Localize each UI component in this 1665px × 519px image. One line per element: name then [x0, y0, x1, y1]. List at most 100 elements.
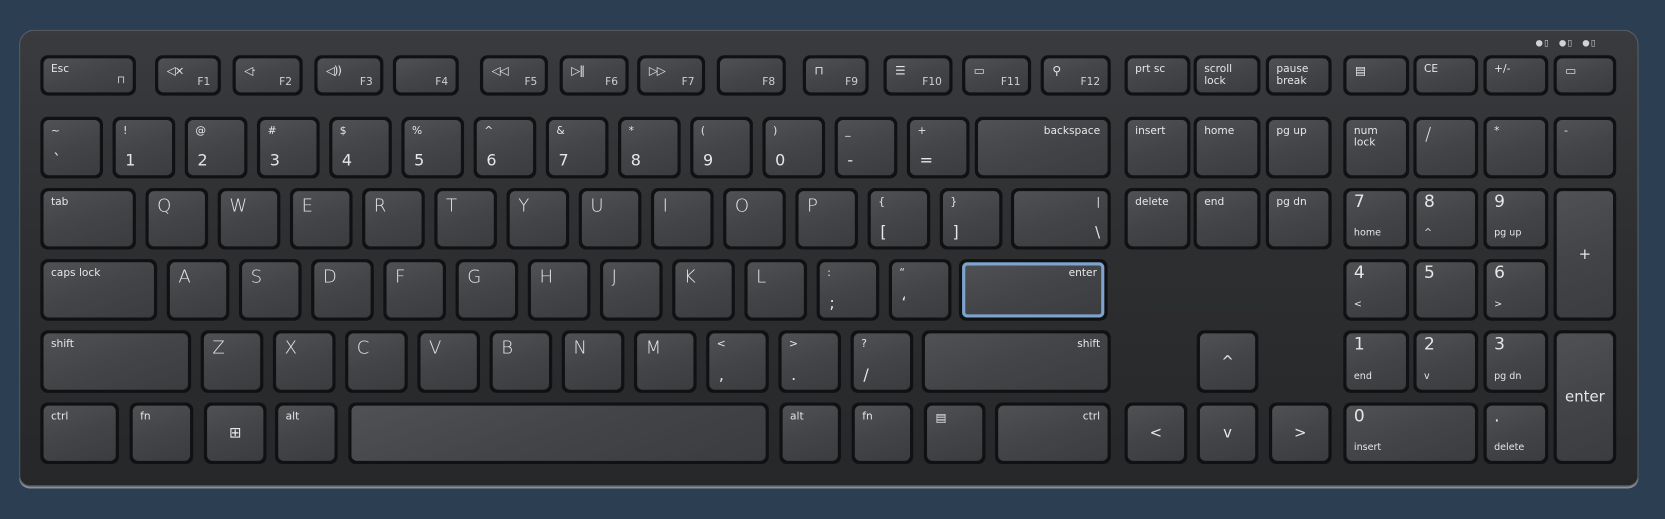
- key-arrow-right[interactable]: >: [1268, 402, 1332, 465]
- key-3[interactable]: #3: [256, 116, 320, 179]
- key-y[interactable]: Y: [506, 187, 570, 250]
- key-pause[interactable]: pause break: [1265, 55, 1332, 96]
- key-e[interactable]: E: [289, 187, 353, 250]
- key-numlock[interactable]: num lock: [1343, 116, 1410, 179]
- key-l[interactable]: L: [744, 259, 808, 321]
- key-f3[interactable]: F3 ◁)): [314, 55, 384, 96]
- key-semicolon[interactable]: :;: [816, 259, 880, 321]
- key-space[interactable]: [348, 402, 769, 465]
- key-num0[interactable]: 0 insert: [1343, 402, 1479, 465]
- key-6[interactable]: ^ 6: [473, 116, 537, 179]
- key-num-decimal[interactable]: . delete: [1483, 402, 1549, 465]
- key-pgup[interactable]: pg up: [1265, 116, 1332, 179]
- key-h[interactable]: H: [527, 259, 591, 321]
- key-f6[interactable]: F6 ▷‖: [559, 55, 629, 96]
- key-num9[interactable]: 9 pg up: [1483, 187, 1549, 250]
- key-left-shift[interactable]: shift: [40, 330, 192, 393]
- key-rbracket[interactable]: }]: [939, 187, 1003, 250]
- key-4[interactable]: $4: [329, 116, 392, 179]
- key-right-shift[interactable]: shift: [921, 330, 1111, 393]
- key-home[interactable]: home: [1193, 116, 1261, 179]
- key-tab[interactable]: tab: [40, 187, 136, 250]
- key-f10[interactable]: F10 ☰: [883, 55, 953, 96]
- key-a[interactable]: A: [166, 259, 230, 321]
- key-w[interactable]: W: [217, 187, 281, 250]
- key-f2[interactable]: F2 ◁·: [232, 55, 303, 96]
- key-f[interactable]: F: [383, 259, 446, 321]
- key-num3[interactable]: 3 pg dn: [1483, 330, 1549, 393]
- key-menu[interactable]: ▤: [923, 402, 986, 465]
- key-insert[interactable]: insert: [1124, 116, 1191, 179]
- key-num5[interactable]: 5: [1413, 259, 1479, 321]
- key-num-divide[interactable]: /: [1413, 116, 1479, 179]
- key-num-multiply[interactable]: *: [1483, 116, 1549, 179]
- key-slash[interactable]: ? /: [850, 330, 914, 393]
- key-lbracket[interactable]: {[: [867, 187, 931, 250]
- key-num6[interactable]: 6 >: [1483, 259, 1549, 321]
- key-arrow-up[interactable]: ^: [1196, 330, 1259, 393]
- key-num2[interactable]: 2v: [1413, 330, 1479, 393]
- key-right-fn[interactable]: fn: [851, 402, 914, 465]
- key-p[interactable]: P: [795, 187, 859, 250]
- key-comment[interactable]: ▭: [1553, 55, 1617, 96]
- key-f9[interactable]: F9 ⊓: [802, 55, 869, 96]
- key-equals[interactable]: + =: [906, 116, 970, 179]
- key-o[interactable]: O: [723, 187, 786, 250]
- key-plus-minus[interactable]: +/-: [1483, 55, 1549, 96]
- key-right-ctrl[interactable]: ctrl: [995, 402, 1111, 465]
- key-m[interactable]: M: [633, 330, 697, 393]
- key-s[interactable]: S: [238, 259, 302, 321]
- key-c[interactable]: C: [345, 330, 408, 393]
- key-f7[interactable]: F7 ▷▷: [637, 55, 706, 96]
- key-1[interactable]: ! 1: [112, 116, 176, 179]
- key-windows[interactable]: ⊞: [203, 402, 267, 465]
- key-2[interactable]: @2: [184, 116, 248, 179]
- key-prtsc[interactable]: prt sc: [1124, 55, 1191, 96]
- key-ce[interactable]: CE: [1413, 55, 1479, 96]
- key-num8[interactable]: 8 ^: [1413, 187, 1479, 250]
- key-esc[interactable]: Esc ⊓: [40, 55, 136, 96]
- key-d[interactable]: D: [311, 259, 374, 321]
- key-num-minus[interactable]: -: [1553, 116, 1617, 179]
- key-calculator[interactable]: ▤: [1343, 55, 1410, 96]
- key-backspace[interactable]: backspace: [974, 116, 1111, 179]
- key-quote[interactable]: “‘: [888, 259, 952, 321]
- key-f4[interactable]: F4: [392, 55, 459, 96]
- key-f8[interactable]: F8: [716, 55, 786, 96]
- key-right-alt[interactable]: alt: [779, 402, 842, 465]
- key-num-enter[interactable]: enter: [1553, 330, 1617, 465]
- key-f11[interactable]: F11 ▭: [962, 55, 1032, 96]
- key-g[interactable]: G: [455, 259, 519, 321]
- key-delete[interactable]: delete: [1124, 187, 1191, 250]
- key-pgdn[interactable]: pg dn: [1265, 187, 1332, 250]
- key-i[interactable]: I: [650, 187, 714, 250]
- key-left-ctrl[interactable]: ctrl: [40, 402, 119, 465]
- key-n[interactable]: N: [561, 330, 625, 393]
- key-period[interactable]: >.: [778, 330, 842, 393]
- key-arrow-down[interactable]: v: [1196, 402, 1259, 465]
- key-arrow-left[interactable]: <: [1124, 402, 1188, 465]
- key-enter[interactable]: enter: [958, 259, 1108, 321]
- key-r[interactable]: R: [362, 187, 425, 250]
- key-5[interactable]: % 5: [401, 116, 465, 179]
- key-x[interactable]: X: [272, 330, 336, 393]
- key-z[interactable]: Z: [200, 330, 264, 393]
- key-f1[interactable]: F1 ◁×: [155, 55, 221, 96]
- key-0[interactable]: ) 0: [762, 116, 826, 179]
- key-8[interactable]: * 8: [618, 116, 681, 179]
- key-left-fn[interactable]: fn: [129, 402, 194, 465]
- key-comma[interactable]: <,: [706, 330, 769, 393]
- key-v[interactable]: V: [417, 330, 480, 393]
- key-num-plus[interactable]: +: [1553, 187, 1617, 321]
- key-num1[interactable]: 1 end: [1343, 330, 1410, 393]
- key-j[interactable]: J: [599, 259, 663, 321]
- key-q[interactable]: Q: [145, 187, 209, 250]
- key-9[interactable]: (9: [690, 116, 753, 179]
- key-k[interactable]: K: [672, 259, 735, 321]
- key-u[interactable]: U: [578, 187, 642, 250]
- key-caps-lock[interactable]: caps lock: [40, 259, 158, 321]
- key-7[interactable]: & 7: [545, 116, 609, 179]
- key-tilde[interactable]: ~ `: [40, 116, 104, 179]
- key-end[interactable]: end: [1193, 187, 1261, 250]
- key-f12[interactable]: F12 ⚲: [1040, 55, 1111, 96]
